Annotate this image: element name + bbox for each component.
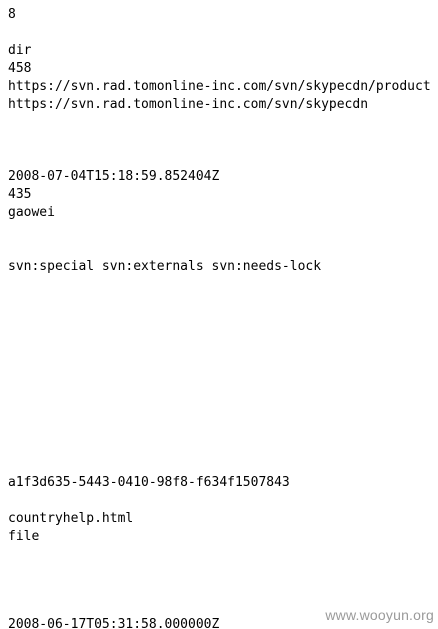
file-entry-kind: file — [8, 529, 40, 544]
entry-repository-root: https://svn.rad.tomonline-inc.com/svn/sk… — [8, 97, 369, 112]
entry-last-author: gaowei — [8, 205, 55, 220]
entry-committed-revision: 435 — [8, 187, 32, 202]
entry-url: https://svn.rad.tomonline-inc.com/svn/sk… — [8, 79, 431, 94]
entry-revision: 458 — [8, 61, 32, 76]
entry-properties: svn:special svn:externals svn:needs-lock — [8, 259, 322, 274]
file-entry-date: 2008-06-17T05:31:58.000000Z — [8, 617, 220, 629]
entry-committed-date: 2008-07-04T15:18:59.852404Z — [8, 169, 220, 184]
watermark: www.wooyun.org — [294, 603, 438, 627]
entry-uuid: a1f3d635-5443-0410-98f8-f634f1507843 — [8, 475, 290, 490]
entries-format-version: 8 — [8, 7, 16, 22]
file-entry-name: countryhelp.html — [8, 511, 134, 526]
entry-kind: dir — [8, 43, 32, 58]
svn-entries-text-view: 8 dir 458 https://svn.rad.tomonline-inc.… — [0, 0, 438, 629]
